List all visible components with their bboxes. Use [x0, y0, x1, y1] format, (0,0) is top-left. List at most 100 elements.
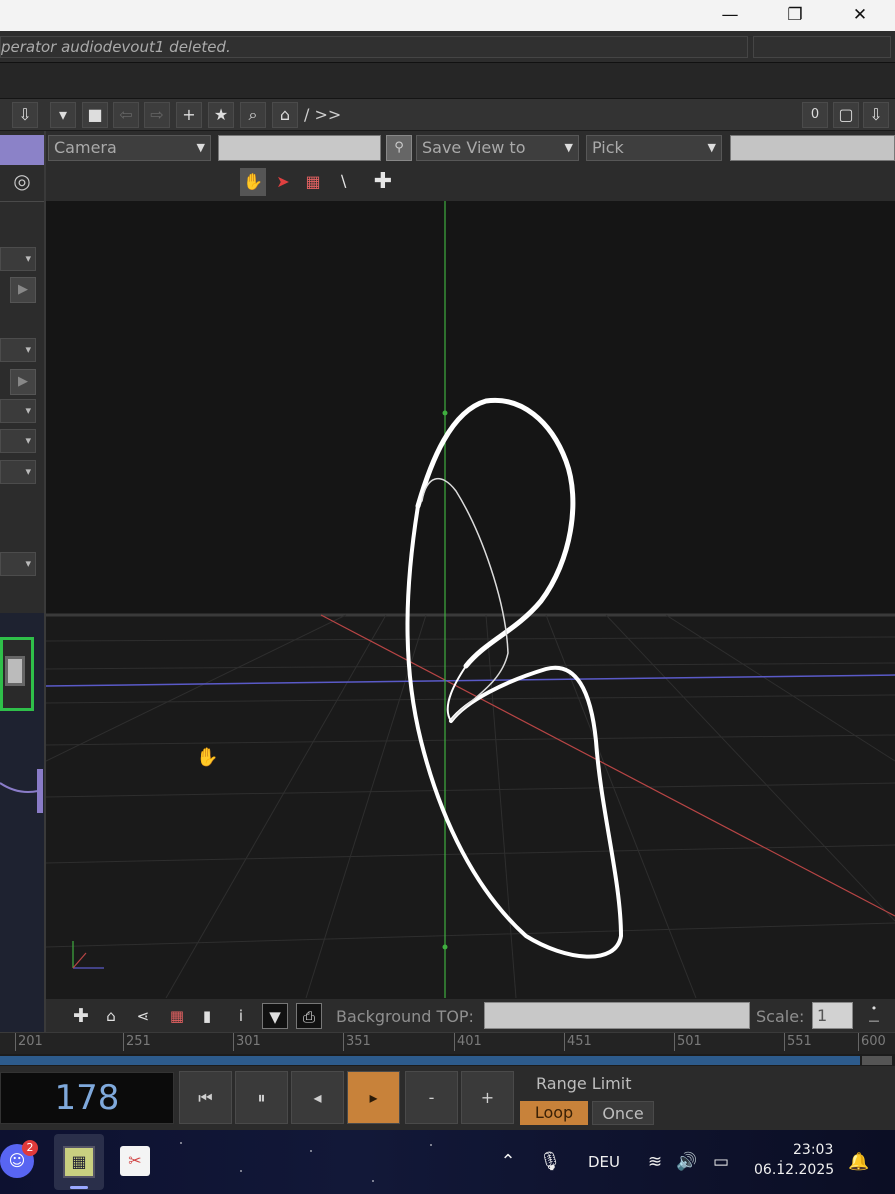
language-indicator[interactable]: DEU — [588, 1153, 620, 1171]
loop-toggle[interactable]: Loop — [520, 1101, 588, 1125]
plus-icon: + — [182, 105, 196, 124]
camera-snapshot-icon[interactable]: ⎙ — [296, 1003, 322, 1029]
chevron-down-icon: ▼ — [707, 141, 716, 154]
close-button[interactable]: ✕ — [830, 0, 890, 31]
back-button[interactable]: ⇦ — [113, 102, 139, 128]
grid-floor-icon[interactable]: ▦ — [300, 168, 326, 196]
pane-menu-button[interactable]: ▾ — [50, 102, 76, 128]
timeline-scrub-bar[interactable] — [0, 1054, 895, 1066]
triangle-down-icon: ▾ — [58, 105, 68, 124]
touchdesigner-app-button[interactable]: ▦ — [54, 1134, 104, 1190]
timeline-range-bar[interactable] — [0, 1056, 860, 1065]
status-message: perator audiodevout1 deleted. — [0, 36, 748, 58]
notification-bell-icon[interactable]: 🔔 — [846, 1150, 872, 1174]
active-indicator — [70, 1186, 88, 1189]
bone-icon[interactable]: ∖ — [330, 168, 356, 196]
network-view[interactable] — [0, 613, 44, 1033]
home-view-icon[interactable]: ⌂ — [98, 1003, 124, 1029]
triangle-right-icon: ▸ — [369, 1088, 378, 1107]
param-dropdown-1[interactable]: ▾ — [0, 247, 36, 271]
step-back-button[interactable]: ◂ — [291, 1071, 344, 1124]
timeline-end-handle[interactable] — [862, 1056, 892, 1065]
play-button[interactable]: ▸ — [347, 1071, 400, 1124]
forward-button[interactable]: ⇨ — [144, 102, 170, 128]
pointer-icon[interactable]: ➤ — [270, 168, 296, 196]
param-dropdown-5[interactable]: ▾ — [0, 460, 36, 484]
link-icon[interactable]: ⚲ — [386, 135, 412, 161]
once-toggle[interactable]: Once — [592, 1101, 654, 1125]
minimize-icon: — — [721, 5, 739, 25]
windows-taskbar: ☺ 2 ▦ ✂ ⌃ 🎙 DEU ≋ 🔊 ▭ 23:03 06.12.2025 🔔 — [0, 1130, 895, 1194]
camera-dropdown[interactable]: Camera ▼ — [48, 135, 211, 161]
hand-cursor-icon: ✋ — [196, 746, 218, 768]
chevron-down-icon: ▼ — [196, 141, 205, 154]
pane-toggle-button[interactable]: ▢ — [833, 102, 859, 128]
window-title-bar: — ❐ ✕ — [0, 0, 895, 31]
add-icon[interactable]: ✚ — [68, 1003, 94, 1029]
param-play-button-1[interactable]: ▶ — [10, 277, 36, 303]
camera-name-field[interactable] — [218, 135, 381, 161]
menu-dropdown-icon[interactable]: ▼ — [262, 1003, 288, 1029]
share-icon[interactable]: ⋖ — [130, 1003, 156, 1029]
info-icon[interactable]: i — [228, 1003, 254, 1029]
wire-connection — [0, 769, 43, 813]
target-icon[interactable]: ◎ — [8, 169, 36, 197]
timeline-tick: 251 — [123, 1033, 151, 1051]
param-dropdown-6[interactable]: ▾ — [0, 552, 36, 576]
timeline-tick: 501 — [674, 1033, 702, 1051]
pick-dropdown[interactable]: Pick ▼ — [586, 135, 722, 161]
battery-icon[interactable]: ▭ — [708, 1150, 734, 1174]
snipping-tool-icon[interactable]: ✂ — [120, 1146, 150, 1176]
3d-viewport[interactable]: ✋ — [46, 201, 895, 998]
param-play-button-2[interactable]: ▶ — [10, 369, 36, 395]
clock-date[interactable]: 06.12.2025 — [754, 1162, 834, 1178]
param-dropdown-4[interactable]: ▾ — [0, 429, 36, 453]
download-button[interactable]: ⇩ — [863, 102, 889, 128]
timeline-ruler[interactable]: 201 251 301 351 401 451 501 551 600 — [0, 1032, 895, 1054]
pane-bar — [0, 63, 895, 99]
network-toolbar: ⇩ ▾ ■ ⇦ ⇨ + ★ ⌕ ⌂ / >> 0 ▢ ⇩ — [0, 99, 895, 131]
add-icon[interactable]: ✚ — [370, 168, 396, 196]
grid-floor-icon[interactable]: ▦ — [164, 1003, 190, 1029]
rewind-to-start-button[interactable]: ⏮ — [179, 1071, 232, 1124]
microphone-icon[interactable]: 🎙 — [538, 1148, 562, 1176]
search-button[interactable]: ⌕ — [240, 102, 266, 128]
minimize-button[interactable]: — — [700, 0, 760, 31]
maximize-button[interactable]: ❐ — [765, 0, 825, 31]
timeline-tick: 551 — [784, 1033, 812, 1051]
viewport-canvas[interactable]: ✋ — [46, 201, 895, 998]
param-dropdown-2[interactable]: ▾ — [0, 338, 36, 362]
volume-icon[interactable]: 🔊 — [674, 1150, 700, 1174]
param-dropdown-3[interactable]: ▾ — [0, 399, 36, 423]
step-minus-button[interactable]: - — [405, 1071, 458, 1124]
chevron-up-icon[interactable]: ⌃ — [496, 1150, 520, 1174]
slider-handle-icon[interactable]: • — — [864, 1003, 884, 1029]
save-view-dropdown[interactable]: Save View to ▼ — [416, 135, 579, 161]
cylinder-icon[interactable]: ▮ — [194, 1003, 220, 1029]
timeline-tick: 301 — [233, 1033, 261, 1051]
network-path[interactable]: / >> — [304, 105, 341, 124]
chevron-down-icon: ▼ — [564, 141, 573, 154]
clock-time[interactable]: 23:03 — [793, 1142, 833, 1158]
import-arrow-icon[interactable]: ⇩ — [12, 102, 38, 128]
background-top-field[interactable] — [484, 1002, 750, 1029]
operator-header — [0, 135, 44, 165]
star-icon: ★ — [213, 105, 229, 124]
pause-button[interactable]: ⏸ — [235, 1071, 288, 1124]
range-limit-label: Range Limit — [536, 1074, 632, 1093]
transport-bar: 178 ⏮ ⏸ ◂ ▸ - + Range Limit Loop Once — [0, 1066, 895, 1130]
hand-icon[interactable]: ✋ — [240, 168, 266, 196]
save-view-label: Save View to — [422, 138, 526, 157]
add-operator-button[interactable]: + — [176, 102, 202, 128]
pick-label: Pick — [592, 138, 624, 157]
scale-label: Scale: — [756, 1007, 805, 1026]
pick-value-field[interactable] — [730, 135, 895, 161]
bookmark-button[interactable]: ★ — [208, 102, 234, 128]
wifi-icon[interactable]: ≋ — [642, 1150, 668, 1174]
current-frame-display[interactable]: 178 — [0, 1072, 174, 1124]
scale-field[interactable]: 1 — [812, 1002, 853, 1029]
stop-button[interactable]: ■ — [82, 102, 108, 128]
home-button[interactable]: ⌂ — [272, 102, 298, 128]
operator-node[interactable] — [0, 637, 34, 711]
step-plus-button[interactable]: + — [461, 1071, 514, 1124]
